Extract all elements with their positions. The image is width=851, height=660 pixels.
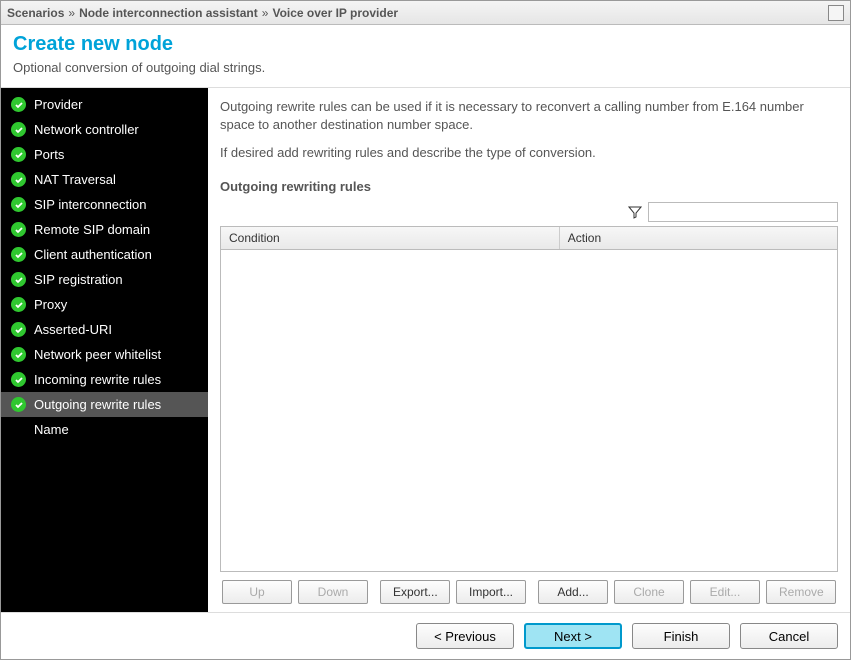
import-button[interactable]: Import... [456, 580, 526, 604]
wizard-step[interactable]: Name [1, 417, 208, 442]
filter-input[interactable] [648, 202, 838, 222]
wizard-step-label: Remote SIP domain [34, 222, 150, 237]
page-header: Create new node Optional conversion of o… [1, 25, 850, 88]
wizard-step[interactable]: Client authentication [1, 242, 208, 267]
filter-icon[interactable] [628, 205, 642, 219]
check-icon [11, 397, 26, 412]
breadcrumb-part: Node interconnection assistant [79, 6, 258, 20]
wizard-step-label: Network peer whitelist [34, 347, 161, 362]
wizard-step-label: SIP registration [34, 272, 123, 287]
remove-button[interactable]: Remove [766, 580, 836, 604]
export-button[interactable]: Export... [380, 580, 450, 604]
wizard-step-label: Incoming rewrite rules [34, 372, 161, 387]
previous-button[interactable]: < Previous [416, 623, 514, 649]
wizard-step[interactable]: Asserted-URI [1, 317, 208, 342]
next-button[interactable]: Next > [524, 623, 622, 649]
edit-button[interactable]: Edit... [690, 580, 760, 604]
wizard-step-label: Ports [34, 147, 64, 162]
check-icon [11, 147, 26, 162]
breadcrumb-part: Voice over IP provider [272, 6, 398, 20]
up-button[interactable]: Up [222, 580, 292, 604]
page-subtitle: Optional conversion of outgoing dial str… [13, 60, 838, 75]
body: Provider Network controller Ports NAT Trave… [1, 88, 850, 612]
table-button-bar: Up Down Export... Import... Add... Clone… [220, 572, 838, 604]
wizard-step[interactable]: Network controller [1, 117, 208, 142]
section-title: Outgoing rewriting rules [220, 179, 838, 194]
wizard-step[interactable]: Network peer whitelist [1, 342, 208, 367]
check-icon [11, 297, 26, 312]
wizard-step[interactable]: SIP registration [1, 267, 208, 292]
breadcrumb-part: Scenarios [7, 6, 64, 20]
wizard-step[interactable]: Provider [1, 92, 208, 117]
check-icon [11, 347, 26, 362]
column-header-condition[interactable]: Condition [221, 227, 560, 249]
wizard-step[interactable]: Remote SIP domain [1, 217, 208, 242]
check-icon [11, 372, 26, 387]
wizard-step[interactable]: NAT Traversal [1, 167, 208, 192]
wizard-step-label: Client authentication [34, 247, 152, 262]
wizard-step-label: Proxy [34, 297, 67, 312]
description-text: Outgoing rewrite rules can be used if it… [220, 98, 838, 134]
description-text: If desired add rewriting rules and descr… [220, 144, 838, 162]
wizard-step-label: Name [34, 422, 69, 437]
column-header-action[interactable]: Action [560, 227, 837, 249]
table-body-empty [221, 250, 837, 571]
check-icon [11, 247, 26, 262]
close-button[interactable] [828, 5, 844, 21]
check-icon [11, 197, 26, 212]
breadcrumb-sep: » [64, 6, 79, 20]
wizard-step-label: Provider [34, 97, 82, 112]
wizard-window: Scenarios » Node interconnection assista… [0, 0, 851, 660]
main-panel: Outgoing rewrite rules can be used if it… [208, 88, 850, 612]
check-icon [11, 272, 26, 287]
wizard-step-label: Network controller [34, 122, 139, 137]
wizard-step-label: NAT Traversal [34, 172, 116, 187]
cancel-button[interactable]: Cancel [740, 623, 838, 649]
down-button[interactable]: Down [298, 580, 368, 604]
page-title: Create new node [13, 33, 838, 56]
wizard-step[interactable]: SIP interconnection [1, 192, 208, 217]
add-button[interactable]: Add... [538, 580, 608, 604]
filter-bar [220, 202, 838, 222]
wizard-step[interactable]: Ports [1, 142, 208, 167]
rules-table: Condition Action [220, 226, 838, 572]
wizard-step-label: Outgoing rewrite rules [34, 397, 161, 412]
check-icon [11, 222, 26, 237]
clone-button[interactable]: Clone [614, 580, 684, 604]
wizard-steps-sidebar: Provider Network controller Ports NAT Trave… [1, 88, 208, 612]
check-icon [11, 97, 26, 112]
wizard-step[interactable]: Proxy [1, 292, 208, 317]
check-icon [11, 322, 26, 337]
wizard-step-label: Asserted-URI [34, 322, 112, 337]
wizard-step[interactable]: Incoming rewrite rules [1, 367, 208, 392]
wizard-step-label: SIP interconnection [34, 197, 147, 212]
check-icon [11, 122, 26, 137]
wizard-footer: < Previous Next > Finish Cancel [1, 612, 850, 659]
pending-icon [11, 422, 26, 437]
titlebar: Scenarios » Node interconnection assista… [1, 1, 850, 25]
check-icon [11, 172, 26, 187]
finish-button[interactable]: Finish [632, 623, 730, 649]
wizard-step[interactable]: Outgoing rewrite rules [1, 392, 208, 417]
table-header: Condition Action [221, 227, 837, 250]
breadcrumb-sep: » [258, 6, 273, 20]
